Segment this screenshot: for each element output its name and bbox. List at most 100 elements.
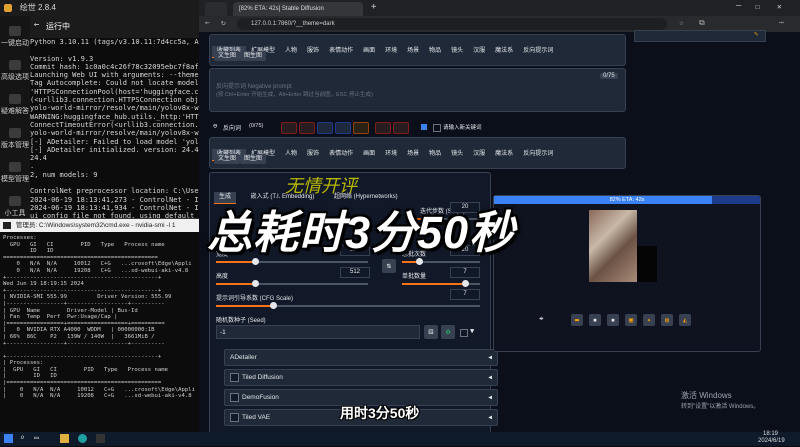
sidebar-item-version[interactable]: 版本管理 <box>0 124 30 158</box>
enable-checkbox[interactable] <box>230 373 239 382</box>
send-to-extras-icon[interactable]: ◍ <box>661 314 673 326</box>
tag-tab[interactable]: 反向提示词 <box>518 149 558 160</box>
sidebar-item-advanced[interactable]: 高级选项 <box>0 56 30 90</box>
save-icon[interactable]: ▪ <box>589 314 601 326</box>
search-icon[interactable]: ⌕ <box>20 433 25 442</box>
height-input[interactable]: 512 <box>340 267 370 278</box>
enable-checkbox[interactable] <box>230 393 239 402</box>
neg-history-button[interactable] <box>353 122 369 134</box>
tag-tab[interactable]: 服饰 <box>302 46 324 57</box>
enable-checkbox[interactable] <box>230 413 239 422</box>
tag-tab[interactable]: 场景 <box>402 46 424 57</box>
tag-tab[interactable]: 汉服 <box>468 149 490 160</box>
extra-seed-triangle-icon[interactable]: ▼ <box>470 327 474 335</box>
model-dropdown[interactable] <box>634 30 766 42</box>
tag-tab[interactable]: 表情动作 <box>324 149 358 160</box>
explorer-icon[interactable] <box>60 434 69 443</box>
console-line: 2, num models: 9 <box>30 170 98 179</box>
height-slider[interactable] <box>216 280 368 287</box>
cmd-line: | 0 N/A N/A 10012 C+G ...crosoft\Edge\Ap… <box>3 386 195 393</box>
tag-tab[interactable]: 魔法系 <box>490 46 518 57</box>
tag-tab[interactable]: 物品 <box>424 149 446 160</box>
menu-icon[interactable]: ⋯ <box>779 18 784 27</box>
neg-redo-button[interactable] <box>393 122 409 134</box>
tag-tab[interactable]: 人物 <box>280 46 302 57</box>
open-folder-icon[interactable]: ▬ <box>571 314 583 326</box>
favorites-icon[interactable]: ☆ <box>679 18 684 27</box>
terminal-icon[interactable] <box>96 434 105 443</box>
sidebar-item-troubleshoot[interactable]: 疑难解答 <box>0 90 30 124</box>
width-slider[interactable] <box>216 258 368 265</box>
subtab-img2img[interactable]: 图生图 <box>240 51 267 61</box>
swap-dimensions-button[interactable]: ⇅ <box>382 259 396 273</box>
seed-input[interactable]: -1 <box>216 325 420 339</box>
accordion-adetailer[interactable]: ADetailer ◀ <box>224 349 498 366</box>
subtab-txt2img[interactable]: 文生图 <box>214 51 241 61</box>
tag-tab[interactable]: 汉服 <box>468 46 490 57</box>
checkbox-icon[interactable] <box>421 124 427 130</box>
random-seed-dice-icon[interactable]: ⚄ <box>424 325 438 339</box>
cmd-line: 0 N/A N/A 19208 C+G ...sd-webui-aki-v4.8 <box>3 267 189 274</box>
cmd-line: |=================+==================+==… <box>3 320 165 327</box>
back-arrow-icon[interactable]: ← <box>34 20 39 30</box>
settings-icon <box>9 60 21 70</box>
neg-delete-button[interactable] <box>281 122 297 134</box>
zip-icon[interactable]: ▪ <box>607 314 619 326</box>
tag-tab[interactable]: 人物 <box>280 149 302 160</box>
expand-icon[interactable]: ⊖ <box>213 122 217 130</box>
accordion-tiled-diffusion[interactable]: Tiled Diffusion ◀ <box>224 369 498 386</box>
tag-tab[interactable]: 环境 <box>380 46 402 57</box>
extra-seed-checkbox[interactable] <box>460 329 468 337</box>
neg-paste-button[interactable] <box>335 122 351 134</box>
cmd-line: | Processes: <box>3 360 44 367</box>
cfg-slider[interactable] <box>216 302 480 309</box>
tag-tab[interactable]: 场景 <box>402 149 424 160</box>
batch-size-input[interactable]: 7 <box>450 267 480 278</box>
tag-tab[interactable]: 镜头 <box>446 46 468 57</box>
wrench-icon <box>9 94 21 104</box>
url-input[interactable]: 127.0.0.1:7860/?__theme=dark <box>237 18 667 30</box>
subtab-img2img-2[interactable]: 图生图 <box>240 154 267 164</box>
sidebar-item-models[interactable]: 模型管理 <box>0 158 30 192</box>
checkbox-icon[interactable] <box>433 124 441 132</box>
send-to-inpaint-icon[interactable]: ✦ <box>643 314 655 326</box>
tag-tab[interactable]: 镜头 <box>446 149 468 160</box>
close-icon[interactable]: ✕ <box>777 2 782 11</box>
browser-tab-active[interactable]: [82% ETA: 42s] Stable Diffusion <box>233 2 363 16</box>
subtab-txt2img-2[interactable]: 文生图 <box>214 154 241 164</box>
cmd-line: | NVIDIA-SMI 555.99 Driver Version: 555.… <box>3 294 172 301</box>
cfg-input[interactable]: 7 <box>450 289 480 300</box>
batch-size-slider[interactable] <box>402 280 480 287</box>
clock-time: 18:19 <box>763 431 779 437</box>
send-to-img2img-icon[interactable]: ▣ <box>625 314 637 326</box>
extensions-icon[interactable]: ⧉ <box>699 18 705 28</box>
batch-count-slider[interactable] <box>402 258 480 265</box>
start-icon[interactable] <box>4 434 13 443</box>
edit-icon[interactable]: ✎ <box>754 30 764 40</box>
tag-tab[interactable]: 服饰 <box>302 149 324 160</box>
console-line: yolo-world-mirror/resolve/main/yolov8x-w… <box>30 129 205 138</box>
tag-tab[interactable]: 物品 <box>424 46 446 57</box>
tag-tab[interactable]: 环境 <box>380 149 402 160</box>
tab-actions-button[interactable] <box>205 2 227 16</box>
tag-tab[interactable]: 画面 <box>358 46 380 57</box>
refresh-icon[interactable]: ↻ <box>221 18 226 27</box>
edge-icon[interactable] <box>78 434 87 443</box>
negative-tag-panel: 收藏列表扩展模型人物服饰表情动作画面环境场景物品镜头汉服魔法系反向提示词 文生图… <box>209 137 626 169</box>
negative-prompt-box[interactable]: 反向提示词 Negative prompt (按 Ctrl+Enter 开始生成… <box>209 68 626 112</box>
minimize-icon[interactable]: – <box>736 1 741 11</box>
tag-tab[interactable]: 表情动作 <box>324 46 358 57</box>
new-tab-icon[interactable]: + <box>371 2 376 12</box>
taskview-icon[interactable]: ▭ <box>34 433 39 442</box>
neg-undo-button[interactable] <box>375 122 391 134</box>
neg-copy-button[interactable] <box>317 122 333 134</box>
tag-tab[interactable]: 画面 <box>358 149 380 160</box>
neg-clear-button[interactable] <box>299 122 315 134</box>
adjust-icon[interactable]: ◭ <box>679 314 691 326</box>
back-icon[interactable]: ← <box>205 18 210 27</box>
sidebar-item-launch[interactable]: 一键启动 <box>0 22 30 56</box>
tag-tab[interactable]: 魔法系 <box>490 149 518 160</box>
reuse-seed-recycle-icon[interactable]: ♻ <box>441 325 455 339</box>
tag-tab[interactable]: 反向提示词 <box>518 46 558 57</box>
maximize-icon[interactable]: ☐ <box>755 2 760 11</box>
